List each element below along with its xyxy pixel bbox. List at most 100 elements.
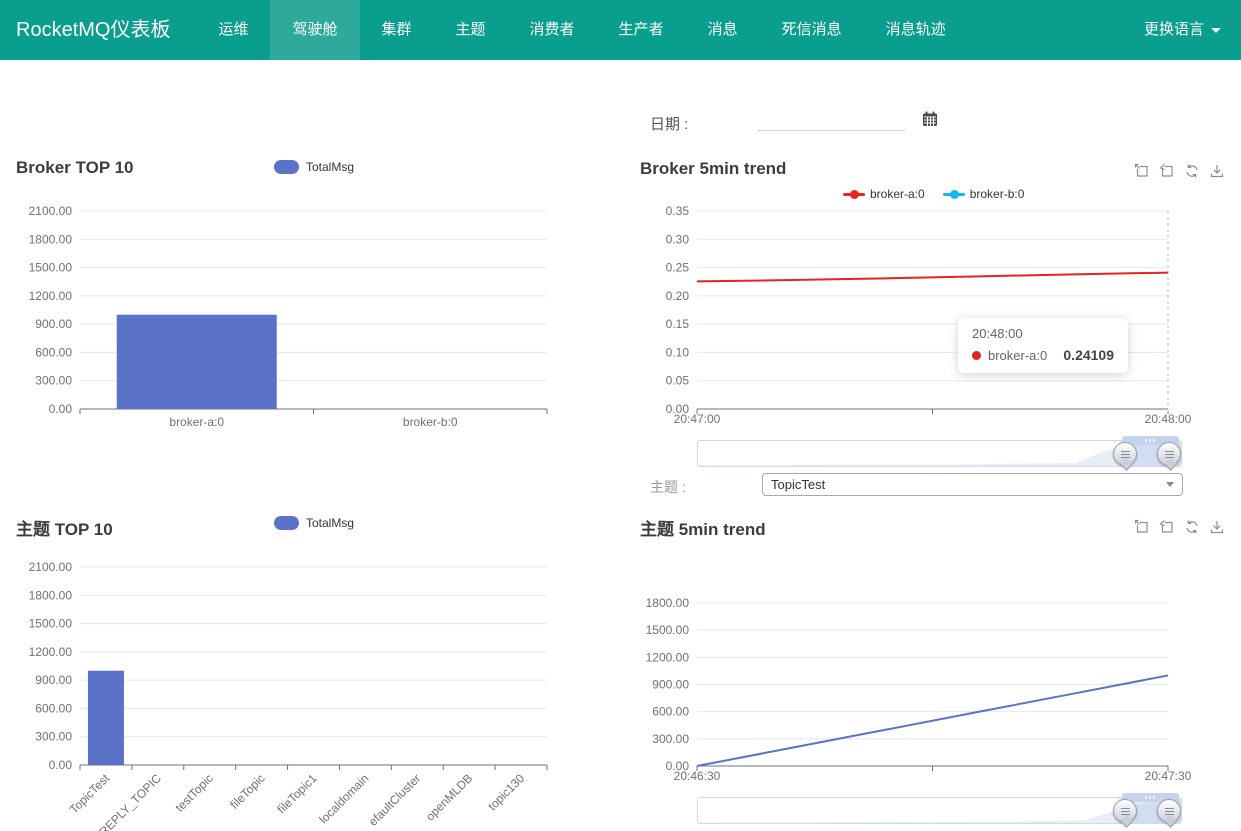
legend-label-totalmsg2: TotalMsg <box>306 516 354 530</box>
legend-label-broker-b: broker-b:0 <box>970 187 1025 201</box>
svg-text:topic130: topic130 <box>485 771 527 813</box>
svg-text:openMLDB: openMLDB <box>423 771 475 823</box>
legend-marker-broker-b <box>943 193 965 196</box>
language-menu[interactable]: 更换语言 <box>1124 0 1241 60</box>
svg-text:broker-a:0: broker-a:0 <box>169 415 224 429</box>
datazoom-left-handle[interactable] <box>1113 799 1137 823</box>
language-menu-label: 更换语言 <box>1144 0 1204 60</box>
svg-text:600.00: 600.00 <box>35 345 72 359</box>
svg-text:1500.00: 1500.00 <box>646 623 690 637</box>
svg-text:20:46:30: 20:46:30 <box>674 769 721 783</box>
chevron-down-icon <box>1166 482 1174 487</box>
svg-text:900.00: 900.00 <box>35 317 72 331</box>
date-filter-label: 日期 : <box>650 113 688 134</box>
nav-tab-message[interactable]: 消息 <box>686 0 760 60</box>
nav-tab-cluster[interactable]: 集群 <box>360 0 434 60</box>
datazoom-right-handle[interactable] <box>1157 799 1181 823</box>
svg-text:0.25: 0.25 <box>666 261 690 275</box>
date-input[interactable] <box>758 111 905 131</box>
topic-filter-label: 主题 : <box>650 477 686 497</box>
nav-tab-dashboard[interactable]: 驾驶舱 <box>270 0 359 60</box>
broker-trend-toolbox <box>1134 163 1225 179</box>
svg-text:0.30: 0.30 <box>666 232 690 246</box>
datazoom-right-handle[interactable] <box>1157 442 1181 466</box>
zoom-window-icon[interactable] <box>1134 163 1150 179</box>
svg-text:1800.00: 1800.00 <box>29 588 73 602</box>
svg-text:300.00: 300.00 <box>652 732 689 746</box>
svg-text:0.10: 0.10 <box>666 345 690 359</box>
svg-text:0.00: 0.00 <box>49 758 73 772</box>
svg-text:0.05: 0.05 <box>666 374 690 388</box>
broker-trend-title: Broker 5min trend <box>640 159 786 179</box>
svg-text:2100.00: 2100.00 <box>29 560 73 574</box>
legend-item-broker-a[interactable]: broker-a:0 <box>843 187 925 201</box>
legend-marker-broker-a <box>843 193 865 196</box>
topic-select[interactable]: TopicTest <box>762 473 1183 496</box>
nav-tab-producer[interactable]: 生产者 <box>597 0 686 60</box>
datazoom-shadow <box>698 798 1181 823</box>
topic-trend-toolbox <box>1134 519 1225 535</box>
svg-text:2100.00: 2100.00 <box>29 204 73 218</box>
svg-text:efaultCluster: efaultCluster <box>366 771 424 829</box>
chart-tooltip: 20:48:00 broker-a:0 0.24109 <box>958 318 1128 373</box>
nav-tab-consumer[interactable]: 消费者 <box>508 0 597 60</box>
topic-trend-chart[interactable]: 0.00300.00600.00900.001200.001500.001800… <box>640 585 1241 790</box>
app-title: RocketMQ仪表板 <box>0 0 196 60</box>
svg-text:600.00: 600.00 <box>35 701 72 715</box>
legend-item-broker-b[interactable]: broker-b:0 <box>943 187 1025 201</box>
svg-text:broker-b:0: broker-b:0 <box>403 415 458 429</box>
svg-text:TopicTest: TopicTest <box>67 771 113 817</box>
svg-text:1200.00: 1200.00 <box>646 650 690 664</box>
nav-tab-ops[interactable]: 运维 <box>196 0 270 60</box>
svg-text:0.15: 0.15 <box>666 317 690 331</box>
svg-text:1200.00: 1200.00 <box>29 645 73 659</box>
svg-text:900.00: 900.00 <box>35 673 72 687</box>
svg-text:20:47:30: 20:47:30 <box>1145 769 1192 783</box>
nav-tab-message-trace[interactable]: 消息轨迹 <box>864 0 968 60</box>
svg-text:20:48:00: 20:48:00 <box>1145 412 1192 426</box>
nav-tab-topic[interactable]: 主题 <box>434 0 508 60</box>
datazoom-left-handle[interactable] <box>1113 442 1137 466</box>
svg-text:1500.00: 1500.00 <box>29 617 73 631</box>
calendar-icon[interactable] <box>921 110 939 128</box>
svg-text:0.35: 0.35 <box>666 204 690 218</box>
chevron-down-icon <box>1211 28 1221 33</box>
svg-text:fileTopic: fileTopic <box>227 771 268 812</box>
svg-text:600.00: 600.00 <box>652 705 689 719</box>
datazoom-slider-broker[interactable] <box>697 440 1182 467</box>
nav-tab-dlq-message[interactable]: 死信消息 <box>760 0 864 60</box>
svg-text:20:47:00: 20:47:00 <box>674 412 721 426</box>
topic-top10-legend[interactable]: TotalMsg <box>274 516 354 530</box>
download-icon[interactable] <box>1209 519 1225 535</box>
svg-text:300.00: 300.00 <box>35 730 72 744</box>
zoom-back-icon[interactable] <box>1159 163 1175 179</box>
zoom-window-icon[interactable] <box>1134 519 1150 535</box>
topic-top10-chart[interactable]: 0.00 300.00 600.00 900.00 1200.00 1500.00 1800… <box>0 550 560 831</box>
tooltip-time: 20:48:00 <box>972 326 1114 341</box>
download-icon[interactable] <box>1209 163 1225 179</box>
zoom-back-icon[interactable] <box>1159 519 1175 535</box>
broker-trend-legend: broker-a:0 broker-b:0 <box>843 187 1024 201</box>
datazoom-shadow <box>698 441 1181 466</box>
legend-swatch-totalmsg <box>274 160 299 174</box>
svg-text:1800.00: 1800.00 <box>646 596 690 610</box>
svg-text:fileTopic1: fileTopic1 <box>274 771 320 817</box>
broker-top10-chart[interactable]: 0.00300.00600.00900.001200.001500.001800… <box>0 195 560 445</box>
svg-text:300.00: 300.00 <box>35 374 72 388</box>
svg-text:900.00: 900.00 <box>652 678 689 692</box>
datazoom-slider-topic[interactable] <box>697 797 1182 824</box>
topic-trend-title: 主题 5min trend <box>640 515 766 540</box>
broker-trend-chart[interactable]: 0.000.050.100.150.200.250.300.3520:47:00… <box>640 200 1241 435</box>
refresh-icon[interactable] <box>1184 163 1200 179</box>
topic-top10-title: 主题 TOP 10 <box>16 515 113 540</box>
svg-text:localdomain: localdomain <box>316 771 371 826</box>
svg-text:testTopic: testTopic <box>172 771 215 814</box>
svg-text:1200.00: 1200.00 <box>29 289 73 303</box>
tooltip-series-dot <box>972 351 981 360</box>
refresh-icon[interactable] <box>1184 519 1200 535</box>
navbar: RocketMQ仪表板 运维 驾驶舱 集群 主题 消费者 生产者 消息 死信消息… <box>0 0 1241 60</box>
svg-text:0.00: 0.00 <box>49 402 73 416</box>
legend-label-broker-a: broker-a:0 <box>870 187 925 201</box>
broker-top10-legend[interactable]: TotalMsg <box>274 160 354 174</box>
svg-text:1800.00: 1800.00 <box>29 232 73 246</box>
